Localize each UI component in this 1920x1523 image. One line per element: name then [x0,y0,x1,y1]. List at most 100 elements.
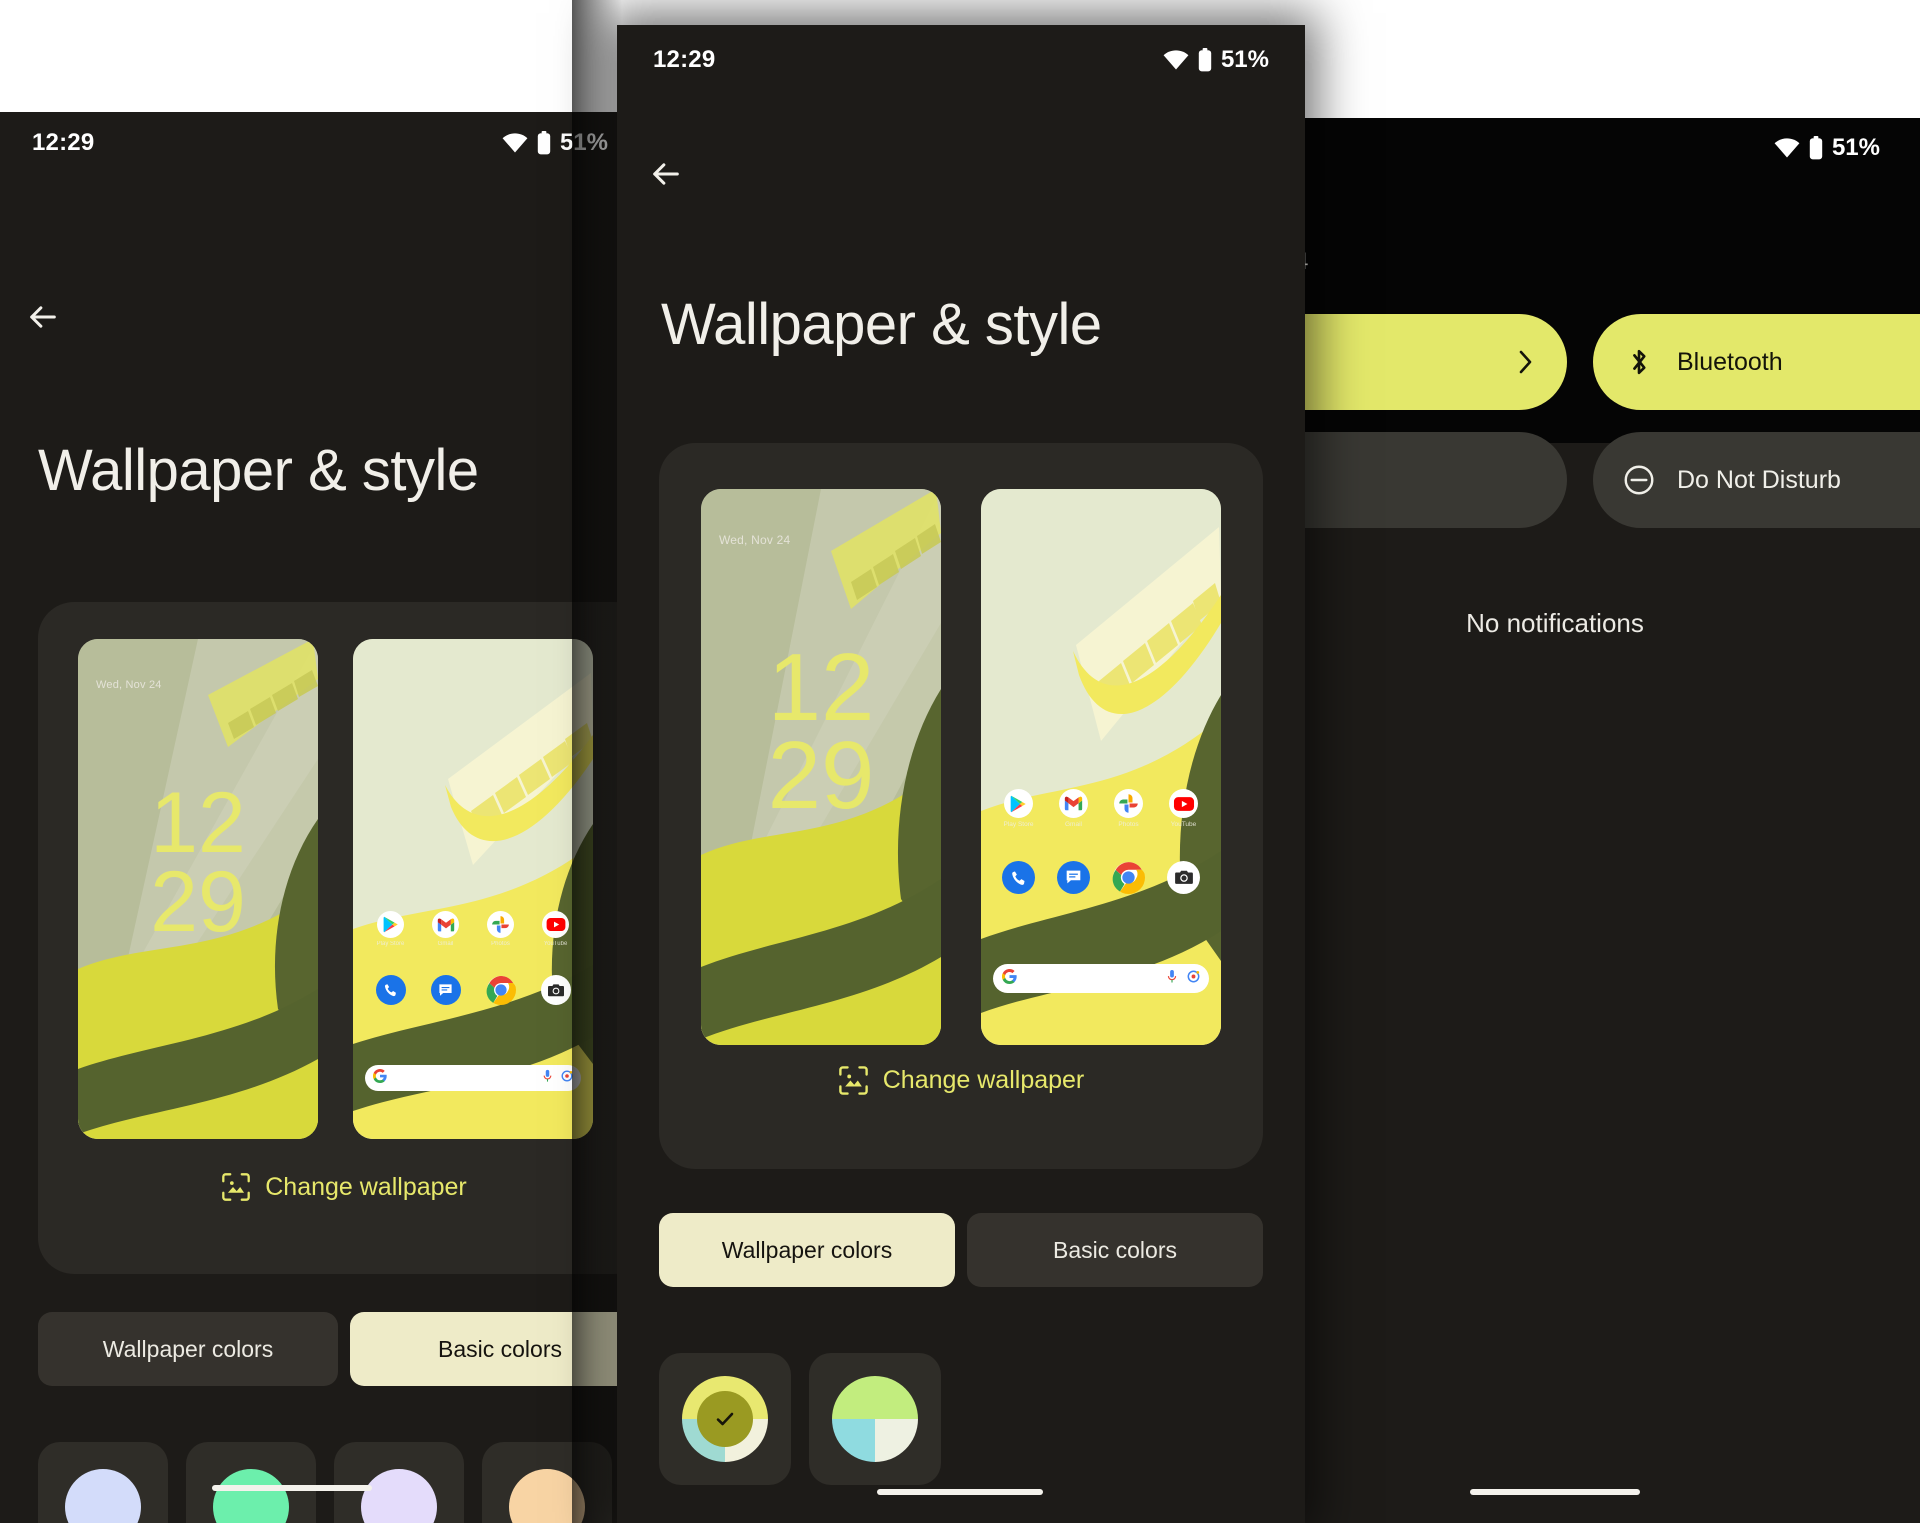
google-search-bar[interactable] [365,1065,581,1091]
color-swatch-row-left [38,1442,612,1523]
bluetooth-icon [1623,346,1655,378]
color-swatch-row-mid [659,1353,941,1485]
youtube-icon [1169,789,1198,818]
tab-wallpaper-colors[interactable]: Wallpaper colors [659,1213,955,1287]
left-gesture-bar[interactable] [212,1485,372,1491]
page-title: Wallpaper & style [661,292,1102,357]
app-phone[interactable]: Phone [375,975,406,1014]
check-icon [713,1407,737,1431]
tab-label: Basic colors [438,1335,562,1362]
lock-screen-date: Wed, Nov 24 [96,679,162,691]
swatch-wallpaper-color-2[interactable] [809,1353,941,1485]
do-not-disturb-icon [1623,464,1655,496]
lock-clock-hours: 12 [767,634,875,741]
mid-battery-percent: 51% [1220,46,1269,73]
app-label: Gmail [437,941,454,947]
app-label: Photos [1118,821,1139,828]
app-phone[interactable]: Phone [1002,861,1035,904]
swatch-green[interactable] [186,1442,316,1523]
app-label: Play Store [1003,821,1034,828]
lock-screen-date: Wed, Nov 24 [719,533,791,547]
right-status-icons: 51% [1774,134,1880,162]
swatch-light-blue[interactable] [38,1442,168,1523]
swatch-wallpaper-color-1[interactable] [659,1353,791,1485]
google-g-icon [1001,968,1017,989]
app-photos[interactable]: Photos [1114,789,1143,828]
wallpaper-preview-card: Wed, Nov 24 12 29 Play Store Gmail Photo… [38,602,640,1274]
app-camera[interactable]: Camera [1167,861,1200,904]
change-wallpaper-label: Change wallpaper [882,1066,1085,1094]
home-app-grid-row-1: Play Store Gmail Photos YouTube [363,911,583,947]
camera-icon [1167,861,1200,894]
image-frame-icon [221,1172,251,1202]
back-arrow-icon[interactable] [16,290,70,344]
google-photos-icon [487,911,514,938]
app-label: Play Store [376,941,405,947]
swatch-dot [682,1376,768,1462]
swatch-quadrants [832,1376,918,1462]
lock-clock-minutes: 29 [150,854,246,951]
gmail-icon [1059,789,1088,818]
app-chrome[interactable]: Chrome [1112,861,1145,904]
app-gmail[interactable]: Gmail [432,911,459,947]
home-wallpaper-art [981,489,1221,1045]
app-youtube[interactable]: YouTube [1169,789,1198,828]
app-label: YouTube [1170,821,1197,828]
wallpaper-style-panel-mid: 12:29 51% Wallpaper & style Wed, Nov 24 … [617,25,1305,1523]
app-youtube[interactable]: YouTube [542,911,569,947]
app-messages[interactable]: Messages [1057,861,1090,904]
right-gesture-bar[interactable] [1470,1489,1640,1495]
google-search-bar[interactable] [993,964,1209,993]
microphone-icon[interactable] [542,1069,553,1088]
camera-icon [540,975,571,1005]
lock-screen-clock: 12 29 [701,634,941,824]
swatch-lavender[interactable] [334,1442,464,1523]
mid-status-bar: 12:29 51% [617,25,1305,95]
app-label: YouTube [543,941,568,947]
app-photos[interactable]: Photos [487,911,514,947]
wifi-icon [1774,138,1800,158]
swatch-selected-ring [697,1391,753,1447]
battery-icon [1809,136,1823,160]
play-store-icon [377,911,404,938]
app-play-store[interactable]: Play Store [376,911,405,947]
home-app-grid-row-2: Phone Messages [991,861,1211,904]
google-g-icon [372,1068,387,1088]
app-play-store[interactable]: Play Store [1004,789,1034,828]
home-app-grid-row-2: Phone Messages [363,975,583,1014]
app-messages[interactable]: Messages [430,975,461,1014]
qs-tile-do-not-disturb[interactable]: Do Not Disturb [1593,432,1920,528]
right-battery-percent: 51% [1831,134,1880,161]
qs-tile-bluetooth[interactable]: Bluetooth [1593,314,1920,410]
back-arrow-icon[interactable] [639,147,693,201]
app-label: Gmail [1065,821,1082,828]
swatch-dot [213,1469,289,1523]
chrome-icon [486,975,516,1005]
mid-panel-shadow [572,0,622,1523]
lock-screen-preview[interactable]: Wed, Nov 24 12 29 [701,489,941,1045]
app-gmail[interactable]: Gmail [1059,789,1088,828]
home-screen-preview[interactable]: Play Store Gmail Photos YouTube [353,639,593,1139]
chevron-right-icon[interactable] [1515,349,1537,375]
home-screen-preview[interactable]: Play Store Gmail Photos YouTube [981,489,1221,1045]
tab-basic-colors[interactable]: Basic colors [967,1213,1263,1287]
messages-icon [430,975,461,1005]
change-wallpaper-button[interactable]: Change wallpaper [38,1172,640,1202]
left-status-clock: 12:29 [32,129,95,156]
phone-icon [1002,861,1035,894]
tab-wallpaper-colors[interactable]: Wallpaper colors [38,1312,338,1386]
change-wallpaper-button[interactable]: Change wallpaper [659,1065,1263,1096]
lock-screen-preview[interactable]: Wed, Nov 24 12 29 [78,639,318,1139]
wallpaper-preview-card: Wed, Nov 24 12 29 Play Store Gmail Photo… [659,443,1263,1169]
color-source-tabs-left: Wallpaper colors Basic colors [38,1312,640,1386]
page-title: Wallpaper & style [38,438,479,503]
phone-icon [375,975,406,1005]
messages-icon [1057,861,1090,894]
gmail-icon [432,911,459,938]
app-camera[interactable]: Camera [540,975,571,1014]
microphone-icon[interactable] [1166,969,1178,989]
google-lens-icon[interactable] [1187,970,1200,988]
mid-gesture-bar[interactable] [877,1489,1043,1495]
image-frame-icon [838,1065,869,1096]
app-chrome[interactable]: Chrome [486,975,516,1014]
